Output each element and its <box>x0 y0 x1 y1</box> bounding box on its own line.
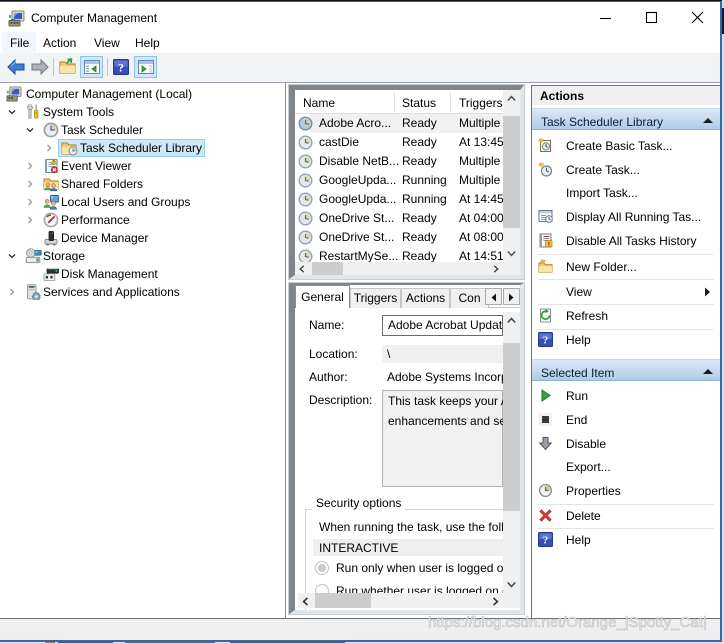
svg-text:?: ? <box>543 335 549 347</box>
svg-text:?: ? <box>543 535 549 547</box>
svg-text:?: ? <box>118 61 124 75</box>
